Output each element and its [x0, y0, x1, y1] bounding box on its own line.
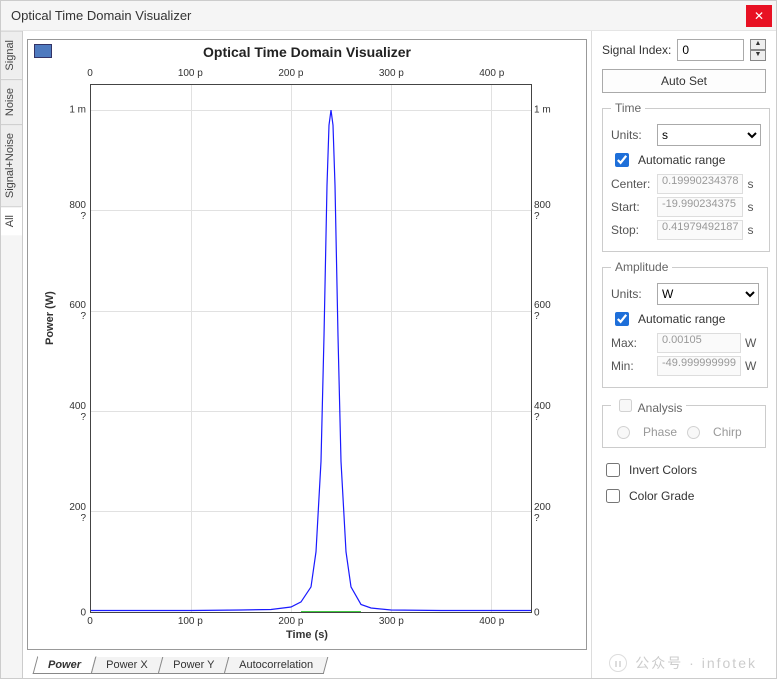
window: Optical Time Domain Visualizer ✕ Signal …	[0, 0, 777, 679]
amp-autorange-label: Automatic range	[638, 312, 725, 326]
time-start-unit: s	[747, 200, 761, 214]
plot-area[interactable]	[90, 84, 532, 613]
y-tick-right: 600 ?	[534, 300, 552, 322]
bottom-tabs: Power Power X Power Y Autocorrelation	[27, 652, 587, 674]
vtab-noise[interactable]: Noise	[1, 79, 22, 124]
vtab-signal[interactable]: Signal	[1, 31, 22, 79]
tab-power-x[interactable]: Power X	[91, 657, 163, 674]
center-pane: Optical Time Domain Visualizer 0 100 p 2…	[23, 31, 591, 678]
invert-colors-checkbox[interactable]	[606, 463, 620, 477]
analysis-phase-label: Phase	[643, 425, 677, 439]
spinner-down-icon[interactable]: ▼	[750, 50, 766, 61]
vtab-all[interactable]: All	[1, 206, 22, 235]
amplitude-group: Amplitude Units: W Automatic range Max: …	[602, 260, 768, 388]
time-stop-unit: s	[747, 223, 761, 237]
x-tick-top: 0	[87, 68, 93, 79]
time-center-value: 0.19990234378	[657, 174, 743, 194]
auto-set-button[interactable]: Auto Set	[602, 69, 766, 93]
x-tick-top: 200 p	[278, 68, 303, 79]
amp-units-select[interactable]: W	[657, 283, 759, 305]
time-legend: Time	[611, 101, 645, 115]
time-autorange-checkbox[interactable]	[615, 153, 629, 167]
time-units-label: Units:	[611, 128, 653, 142]
close-button[interactable]: ✕	[746, 5, 772, 27]
signal-index-spinner[interactable]: ▲ ▼	[750, 39, 766, 61]
x-tick: 400 p	[479, 616, 504, 627]
x-tick: 300 p	[379, 616, 404, 627]
amp-min-value: -49.999999999	[657, 356, 741, 376]
y-tick-right: 400 ?	[534, 401, 552, 423]
time-units-select[interactable]: s	[657, 124, 761, 146]
amp-max-unit: W	[745, 336, 759, 350]
y-axis-label: Power (W)	[44, 291, 56, 345]
amp-min-unit: W	[745, 359, 759, 373]
right-panel: Signal Index: ▲ ▼ Auto Set Time Units: s	[591, 31, 776, 678]
tab-autocorrelation[interactable]: Autocorrelation	[224, 657, 329, 674]
y-tick: 400 ?	[68, 401, 86, 423]
y-tick-right: 800 ?	[534, 200, 552, 222]
chart-title: Optical Time Domain Visualizer	[28, 44, 586, 60]
x-tick: 100 p	[178, 616, 203, 627]
time-autorange-label: Automatic range	[638, 153, 725, 167]
analysis-group: Analysis Phase Chirp	[602, 396, 766, 448]
amp-max-value: 0.00105	[657, 333, 741, 353]
time-group: Time Units: s Automatic range Center: 0.…	[602, 101, 770, 252]
y-tick-right: 1 m	[534, 105, 552, 116]
signal-index-input[interactable]	[677, 39, 744, 61]
amp-min-label: Min:	[611, 359, 653, 373]
analysis-legend: Analysis	[638, 401, 683, 415]
y-tick: 0	[68, 608, 86, 619]
analysis-checkbox	[619, 399, 632, 412]
amp-units-label: Units:	[611, 287, 653, 301]
chart-svg	[91, 85, 531, 612]
x-tick: 200 p	[278, 616, 303, 627]
time-center-label: Center:	[611, 177, 653, 191]
y-tick-right: 200 ?	[534, 502, 552, 524]
tab-power[interactable]: Power	[33, 656, 97, 674]
x-tick-top: 400 p	[479, 68, 504, 79]
y-tick: 600 ?	[68, 300, 86, 322]
chart-frame: Optical Time Domain Visualizer 0 100 p 2…	[27, 39, 587, 650]
y-tick-right: 0	[534, 608, 552, 619]
time-start-value: -19.990234375	[657, 197, 743, 217]
left-vertical-tabs: Signal Noise Signal+Noise All	[1, 31, 23, 678]
x-axis-label: Time (s)	[28, 629, 586, 641]
titlebar: Optical Time Domain Visualizer ✕	[1, 1, 776, 31]
time-start-label: Start:	[611, 200, 653, 214]
x-tick: 0	[87, 616, 93, 627]
x-tick-top: 100 p	[178, 68, 203, 79]
window-title: Optical Time Domain Visualizer	[11, 8, 746, 23]
time-stop-label: Stop:	[611, 223, 653, 237]
amplitude-legend: Amplitude	[611, 260, 672, 274]
signal-index-label: Signal Index:	[602, 43, 671, 57]
vtab-signal-noise[interactable]: Signal+Noise	[1, 124, 22, 206]
analysis-chirp-label: Chirp	[713, 425, 742, 439]
y-tick: 800 ?	[68, 200, 86, 222]
invert-colors-label: Invert Colors	[629, 463, 697, 477]
color-grade-checkbox[interactable]	[606, 489, 620, 503]
analysis-chirp-radio	[687, 426, 700, 439]
analysis-phase-radio	[617, 426, 630, 439]
y-tick: 1 m	[68, 105, 86, 116]
x-tick-top: 300 p	[379, 68, 404, 79]
y-tick: 200 ?	[68, 502, 86, 524]
time-stop-value: 0.41979492187	[657, 220, 743, 240]
time-center-unit: s	[747, 177, 761, 191]
color-grade-label: Color Grade	[629, 489, 694, 503]
amp-autorange-checkbox[interactable]	[615, 312, 629, 326]
tab-power-y[interactable]: Power Y	[157, 657, 229, 674]
amp-max-label: Max:	[611, 336, 653, 350]
spinner-up-icon[interactable]: ▲	[750, 39, 766, 50]
